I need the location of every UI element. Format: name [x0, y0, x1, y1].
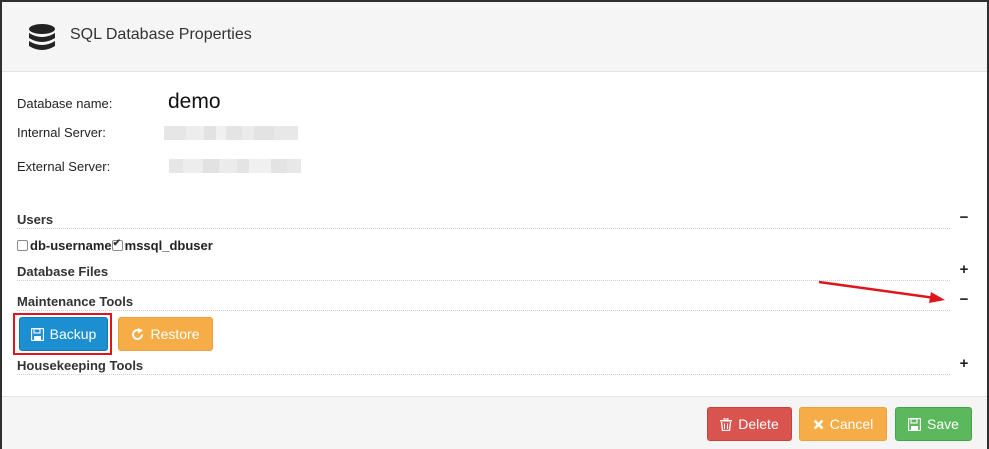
- section-maintenance-tools-title: Maintenance Tools: [17, 294, 138, 309]
- save-button[interactable]: Save: [895, 407, 972, 441]
- backup-button[interactable]: Backup: [19, 317, 108, 351]
- section-users-title: Users: [17, 212, 58, 227]
- user-label-mssql-dbuser: mssql_dbuser: [124, 238, 213, 253]
- close-icon: [813, 419, 824, 429]
- cancel-button[interactable]: Cancel: [799, 407, 887, 441]
- floppy-disk-icon: [30, 327, 44, 341]
- users-list: db-username mssql_dbuser: [17, 238, 213, 253]
- sql-database-properties-dialog: SQL Database Properties Database name: d…: [0, 0, 989, 449]
- delete-button-label: Delete: [738, 416, 779, 432]
- backup-button-label: Backup: [49, 326, 97, 342]
- annotation-arrow: [818, 280, 945, 303]
- section-housekeeping-tools[interactable]: Housekeeping Tools +: [17, 355, 972, 380]
- internal-server-value-redacted: [164, 126, 298, 140]
- collapse-users-toggle[interactable]: −: [958, 209, 970, 226]
- section-divider: [17, 228, 950, 229]
- floppy-disk-icon: [908, 417, 922, 431]
- section-divider: [17, 280, 950, 281]
- dialog-header: SQL Database Properties: [2, 2, 987, 72]
- external-server-value-redacted: [169, 159, 301, 173]
- external-server-label: External Server:: [17, 159, 111, 174]
- database-name-value: demo: [168, 90, 221, 113]
- database-icon: [29, 24, 55, 50]
- trash-icon: [720, 417, 733, 431]
- delete-button[interactable]: Delete: [707, 407, 792, 441]
- restore-button-label: Restore: [150, 326, 200, 342]
- cancel-button-label: Cancel: [829, 416, 874, 432]
- user-checkbox-mssql-dbuser[interactable]: [111, 238, 123, 251]
- section-divider: [17, 374, 950, 375]
- database-name-label: Database name:: [17, 96, 113, 111]
- refresh-icon: [132, 327, 144, 340]
- expand-housekeeping-tools-toggle[interactable]: +: [958, 355, 970, 372]
- restore-button[interactable]: Restore: [118, 317, 213, 351]
- internal-server-label: Internal Server:: [17, 125, 106, 140]
- section-database-files-title: Database Files: [17, 264, 113, 279]
- section-housekeeping-tools-title: Housekeeping Tools: [17, 358, 148, 373]
- section-users[interactable]: Users −: [17, 209, 972, 234]
- section-divider: [17, 310, 950, 311]
- expand-database-files-toggle[interactable]: +: [958, 261, 970, 278]
- save-button-label: Save: [927, 416, 959, 432]
- user-checkbox-db-username[interactable]: [17, 240, 28, 251]
- collapse-maintenance-tools-toggle[interactable]: −: [958, 291, 970, 308]
- dialog-title: SQL Database Properties: [70, 26, 252, 43]
- user-label-db-username: db-username: [30, 238, 112, 253]
